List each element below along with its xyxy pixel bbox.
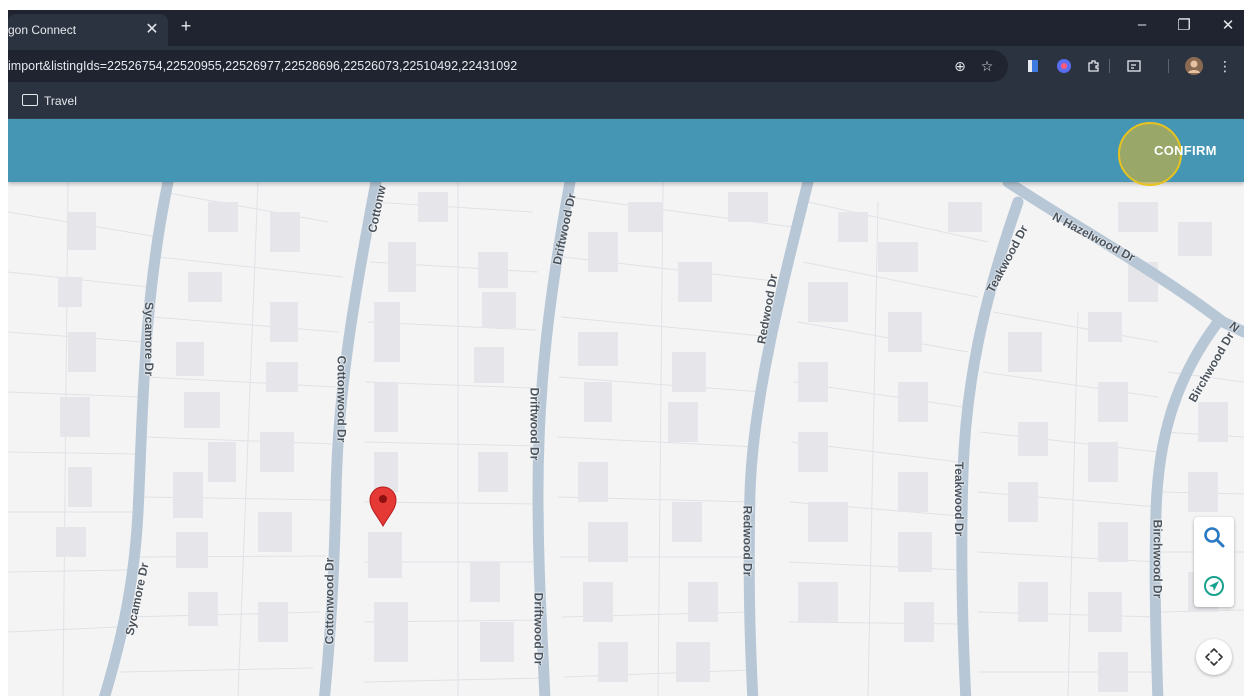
recenter-button[interactable] (1196, 639, 1232, 675)
folder-icon (22, 94, 38, 106)
map-pin-icon[interactable] (369, 486, 397, 528)
url-text: import&listingIds=22526754,22520955,2252… (8, 59, 518, 73)
bookmarks-bar: Travel (8, 86, 1244, 119)
zoom-icon[interactable]: ⊕ (951, 58, 969, 75)
browser-toolbar: import&listingIds=22526754,22520955,2252… (8, 46, 1244, 86)
close-window-icon[interactable]: ✕ (1216, 16, 1240, 34)
extension-icon-a[interactable] (1025, 58, 1041, 74)
app-header: CONFIRM (8, 119, 1244, 186)
extension-icon-b[interactable] (1056, 58, 1072, 74)
road-label-teakwood-2: Teakwood Dr (952, 461, 967, 537)
road-label-cottonwood-2: Cottonwood Dr (322, 557, 337, 645)
map-control-panel (1194, 517, 1234, 607)
tab-strip: gon Connect ✕ + – ❐ ✕ (8, 10, 1244, 46)
bookmark-travel[interactable]: Travel (22, 94, 77, 108)
navigate-icon[interactable] (1203, 575, 1225, 597)
browser-tab[interactable]: gon Connect ✕ (8, 14, 168, 46)
toolbar-divider (1168, 59, 1169, 73)
map-canvas (8, 182, 1244, 696)
tab-close-icon[interactable]: ✕ (142, 19, 162, 39)
recenter-icon (1205, 648, 1223, 666)
road-label-driftwood-3: Driftwood Dr (531, 592, 546, 666)
road-label-driftwood-2: Driftwood Dr (527, 387, 542, 461)
new-tab-button[interactable]: + (175, 16, 197, 37)
road-label-sycamore: Sycamore Dr (142, 301, 157, 377)
road-label-cottonwood: Cottonwood Dr (334, 355, 349, 443)
restore-icon[interactable]: ❐ (1172, 16, 1196, 34)
reading-list-icon[interactable] (1126, 58, 1142, 74)
bookmark-label: Travel (44, 94, 77, 108)
minimize-icon[interactable]: – (1130, 16, 1154, 33)
profile-avatar[interactable] (1184, 56, 1204, 76)
menu-dots-icon[interactable]: ⋮ (1216, 58, 1234, 75)
confirm-button[interactable]: CONFIRM (1154, 143, 1217, 158)
map-view[interactable]: Sycamore Dr Sycamore Dr Cottonw Cottonwo… (8, 182, 1244, 696)
road-label-birchwood-2: Birchwood Dr (1150, 519, 1165, 599)
extensions-puzzle-icon[interactable] (1086, 58, 1102, 74)
tab-title: gon Connect (8, 23, 77, 37)
road-label-redwood-2: Redwood Dr (740, 505, 755, 577)
search-icon[interactable] (1203, 526, 1225, 548)
bookmark-star-icon[interactable]: ☆ (978, 58, 996, 75)
address-bar[interactable]: import&listingIds=22526754,22520955,2252… (8, 50, 1008, 82)
screen: gon Connect ✕ + – ❐ ✕ import&listingIds=… (8, 10, 1244, 696)
toolbar-divider (1109, 59, 1110, 73)
